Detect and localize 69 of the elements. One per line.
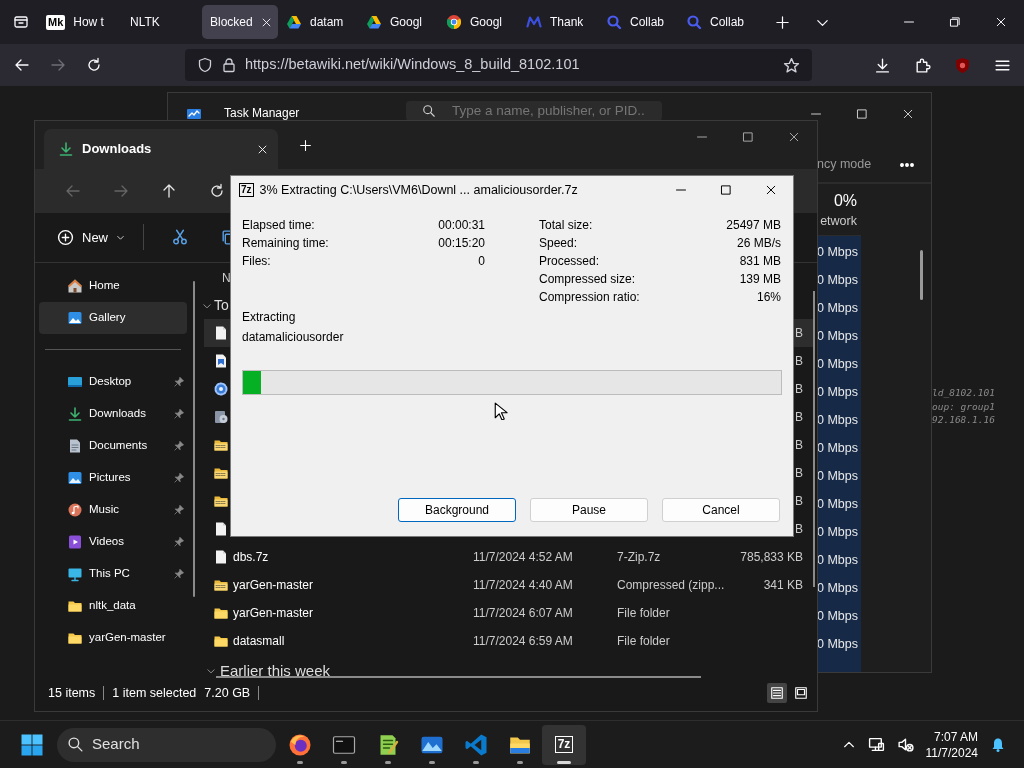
file-date: 11/7/2024 6:07 AM [473,606,573,621]
stat-value: 139 MB [739,271,781,288]
stat-label: Elapsed time: [242,217,315,234]
table-cell-text: 0 Mbps [817,300,859,317]
file-type: 7-Zip.7z [617,550,661,565]
table-cell-text: 0 Mbps [817,552,859,569]
stat-label: Speed: [539,235,578,252]
file-type: File folder [617,606,670,621]
selection-count: 1 item selected [112,684,197,702]
file-name: yarGen-master [233,605,314,623]
table-cell-text: 0 Mbps [817,244,859,261]
file-size: B [795,326,803,341]
app-logo: 7z [554,736,574,753]
file-size: 341 KB [763,578,803,593]
table-cell-text: 0 Mbps [817,580,859,597]
item-count: 15 items [48,684,96,702]
console-text: 92.168.1.16 [932,413,995,427]
file-date: 11/7/2024 4:52 AM [473,550,573,565]
file-size: B [795,466,803,481]
site-logo: Mk [46,14,66,30]
table-cell-text: 0 Mbps [817,496,859,513]
app-logo: 7z [239,183,254,197]
stat-label: Files: [242,253,271,270]
stat-value: 0 [478,253,485,270]
file-date: 11/7/2024 4:40 AM [473,578,573,593]
window-title: Task Manager [224,106,301,120]
file-size: B [795,494,803,509]
stat-label: Processed: [539,253,600,270]
stat-label: Compressed size: [539,271,636,288]
console-text: ld_8102.101 [932,386,995,400]
column-percent: 0% [833,191,857,211]
window-title: 3% Extracting C:\Users\VM6\Downl ... amaliciousorder.7z [259,181,578,199]
file-date: 11/7/2024 6:59 AM [473,634,573,649]
table-cell-text: 0 Mbps [817,468,859,485]
file-size: B [795,354,803,369]
stat-label: Remaining time: [242,235,329,252]
file-size: B [795,438,803,453]
file-name: dbs.7z [233,549,269,567]
table-cell-text: 0 Mbps [817,328,859,345]
table-cell-text: 0 Mbps [817,440,859,457]
table-cell-text: 0 Mbps [817,524,859,541]
file-name: datamaliciousorder [242,330,344,344]
status-text: Extracting [242,310,296,324]
file-name: datasmall [233,633,285,651]
table-cell-text: 0 Mbps [817,272,859,289]
file-name: yarGen-master [233,577,314,595]
stat-value: 25497 MB [726,217,781,234]
file-size: B [795,410,803,425]
stat-label: Compression ratio: [539,289,640,306]
console-text: oup: group1 [932,399,995,413]
stat-value: 00:15:20 [438,235,485,252]
selection-size: 7.20 GB [204,684,251,702]
stat-value: 00:00:31 [438,217,485,234]
column-header: etwork [820,213,857,230]
file-size: B [795,522,803,537]
stat-value: 16% [756,289,781,306]
file-size: B [795,382,803,397]
table-cell-text: 0 Mbps [817,636,859,653]
stat-value: 831 MB [739,253,781,270]
stat-label: Total size: [539,217,593,234]
table-cell-text: 0 Mbps [817,356,859,373]
file-type: File folder [617,634,670,649]
table-cell-text: 0 Mbps [817,384,859,401]
table-cell-text: 0 Mbps [817,608,859,625]
stat-value: 26 MB/s [737,235,781,252]
file-type: Compressed (zipp... [617,578,725,593]
table-cell-text: 0 Mbps [817,412,859,429]
mode-label: ncy mode [817,156,872,174]
file-size: 785,833 KB [740,550,803,565]
